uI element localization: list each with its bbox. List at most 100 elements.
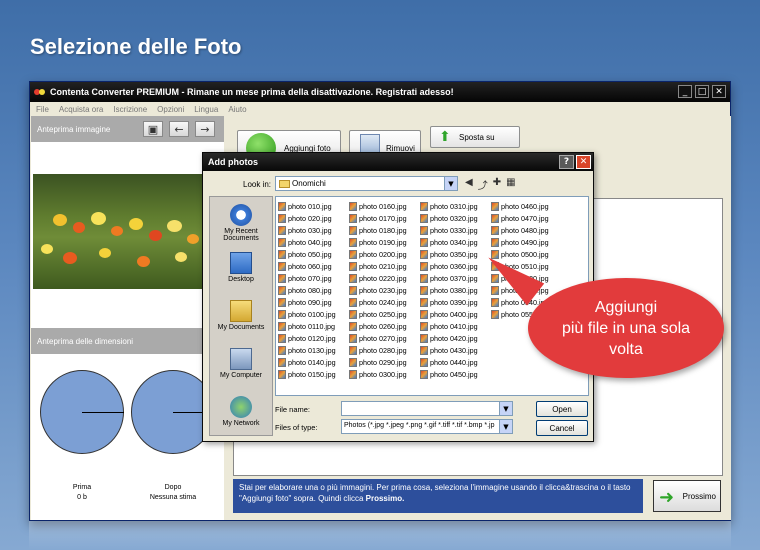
place-my-documents[interactable]: My Documents <box>210 297 272 345</box>
menu-options[interactable]: Opzioni <box>157 105 184 114</box>
window-reflection <box>29 521 731 550</box>
place-my-network[interactable]: My Network <box>210 393 272 441</box>
file-item[interactable]: photo 040.jpg <box>278 236 350 248</box>
image-file-icon <box>349 357 357 367</box>
file-item[interactable]: photo 0470.jpg <box>491 212 563 224</box>
file-item[interactable]: photo 030.jpg <box>278 224 350 236</box>
rotate-button[interactable]: ▣ <box>143 121 163 137</box>
file-item-label: photo 0480.jpg <box>501 225 549 235</box>
file-item[interactable]: photo 0490.jpg <box>491 236 563 248</box>
new-folder-icon[interactable]: ✚ <box>493 177 501 192</box>
file-item[interactable]: photo 0200.jpg <box>349 248 421 260</box>
cancel-button[interactable]: Cancel <box>536 420 588 436</box>
file-name-dropdown-icon[interactable]: ▼ <box>499 402 512 415</box>
files-of-type-select[interactable]: Photos (*.jpg *.jpeg *.png *.gif *.tiff … <box>341 419 513 434</box>
file-item[interactable]: photo 090.jpg <box>278 296 350 308</box>
file-item[interactable]: photo 0100.jpg <box>278 308 350 320</box>
file-item[interactable]: photo 0150.jpg <box>278 368 350 380</box>
file-item-label: photo 0220.jpg <box>359 273 407 283</box>
file-item[interactable]: photo 020.jpg <box>278 212 350 224</box>
file-item[interactable]: photo 0210.jpg <box>349 260 421 272</box>
file-item[interactable]: photo 0230.jpg <box>349 284 421 296</box>
back-icon[interactable]: ◀ <box>465 177 473 192</box>
file-item[interactable]: photo 0410.jpg <box>420 320 492 332</box>
menu-language[interactable]: Lingua <box>194 105 218 114</box>
view-menu-icon[interactable]: ▦ <box>506 177 515 192</box>
previous-button[interactable]: ← <box>169 121 189 137</box>
menu-file[interactable]: File <box>36 105 49 114</box>
file-item[interactable]: photo 0460.jpg <box>491 200 563 212</box>
dialog-close-button[interactable]: ✕ <box>576 155 591 169</box>
file-item[interactable]: photo 0260.jpg <box>349 320 421 332</box>
next-button[interactable]: ➜ Prossimo <box>653 480 721 512</box>
file-item[interactable]: photo 0110.jpg <box>278 320 350 332</box>
before-label: Prima <box>72 484 92 491</box>
file-item[interactable]: photo 050.jpg <box>278 248 350 260</box>
file-item[interactable]: photo 0330.jpg <box>420 224 492 236</box>
file-item[interactable]: photo 0300.jpg <box>349 368 421 380</box>
file-item[interactable]: photo 0220.jpg <box>349 272 421 284</box>
file-item[interactable]: photo 0380.jpg <box>420 284 492 296</box>
file-item[interactable]: photo 0280.jpg <box>349 344 421 356</box>
left-panel: Anteprima immagine ▣ ← → Anteprima delle… <box>31 116 224 520</box>
next-label: Prossimo <box>682 491 716 501</box>
file-item[interactable]: photo 0400.jpg <box>420 308 492 320</box>
files-of-type-dropdown-icon[interactable]: ▼ <box>499 420 512 433</box>
file-item[interactable]: photo 010.jpg <box>278 200 350 212</box>
file-item[interactable]: photo 0120.jpg <box>278 332 350 344</box>
file-item[interactable]: photo 070.jpg <box>278 272 350 284</box>
menu-buy[interactable]: Acquista ora <box>59 105 103 114</box>
file-item[interactable]: photo 080.jpg <box>278 284 350 296</box>
image-file-icon <box>491 309 499 319</box>
image-preview <box>33 174 223 289</box>
file-item[interactable]: photo 0480.jpg <box>491 224 563 236</box>
maximize-button[interactable]: □ <box>695 85 709 98</box>
file-item[interactable]: photo 0240.jpg <box>349 296 421 308</box>
file-item[interactable]: photo 0420.jpg <box>420 332 492 344</box>
file-item[interactable]: photo 0350.jpg <box>420 248 492 260</box>
menu-register[interactable]: Iscrizione <box>113 105 147 114</box>
image-file-icon <box>420 357 428 367</box>
file-item-label: photo 0200.jpg <box>359 249 407 259</box>
close-button[interactable]: ✕ <box>712 85 726 98</box>
image-file-icon <box>278 261 286 271</box>
file-item[interactable]: photo 0440.jpg <box>420 356 492 368</box>
look-in-select[interactable]: Onomichi ▼ <box>275 176 458 191</box>
file-name-input[interactable]: ▼ <box>341 401 513 416</box>
file-item[interactable]: photo 0320.jpg <box>420 212 492 224</box>
place-desktop[interactable]: Desktop <box>210 249 272 297</box>
callout-line-3: volta <box>609 340 643 358</box>
dialog-help-button[interactable]: ? <box>559 155 574 169</box>
file-item-label: photo 0340.jpg <box>430 237 478 247</box>
open-button[interactable]: Open <box>536 401 588 417</box>
next-image-button[interactable]: → <box>195 121 215 137</box>
file-item[interactable]: photo 0250.jpg <box>349 308 421 320</box>
move-up-button[interactable]: ⬆ Sposta su <box>430 126 520 148</box>
file-item[interactable]: photo 0290.jpg <box>349 356 421 368</box>
before-pie-line <box>82 412 124 413</box>
minimize-button[interactable]: _ <box>678 85 692 98</box>
file-item[interactable]: photo 0450.jpg <box>420 368 492 380</box>
menu-help[interactable]: Aiuto <box>228 105 246 114</box>
file-item[interactable]: photo 0160.jpg <box>349 200 421 212</box>
chevron-down-icon[interactable]: ▼ <box>444 177 457 190</box>
file-item[interactable]: photo 0340.jpg <box>420 236 492 248</box>
place-my-computer[interactable]: My Computer <box>210 345 272 393</box>
size-preview-header: Anteprima delle dimensioni <box>31 328 224 354</box>
file-item[interactable]: photo 0130.jpg <box>278 344 350 356</box>
file-item[interactable]: photo 0390.jpg <box>420 296 492 308</box>
look-in-label: Look in: <box>243 180 272 189</box>
image-file-icon <box>420 309 428 319</box>
file-item[interactable]: photo 0190.jpg <box>349 236 421 248</box>
file-item[interactable]: photo 0140.jpg <box>278 356 350 368</box>
file-item[interactable]: photo 0270.jpg <box>349 332 421 344</box>
up-folder-icon[interactable]: ⤴ <box>478 177 488 192</box>
file-item[interactable]: photo 060.jpg <box>278 260 350 272</box>
file-item[interactable]: photo 0170.jpg <box>349 212 421 224</box>
my-network-icon <box>230 396 252 418</box>
file-item[interactable]: photo 0180.jpg <box>349 224 421 236</box>
file-item[interactable]: photo 0310.jpg <box>420 200 492 212</box>
file-item[interactable]: photo 0430.jpg <box>420 344 492 356</box>
place-recent[interactable]: My Recent Documents <box>210 201 272 249</box>
file-item[interactable]: photo 0370.jpg <box>420 272 492 284</box>
